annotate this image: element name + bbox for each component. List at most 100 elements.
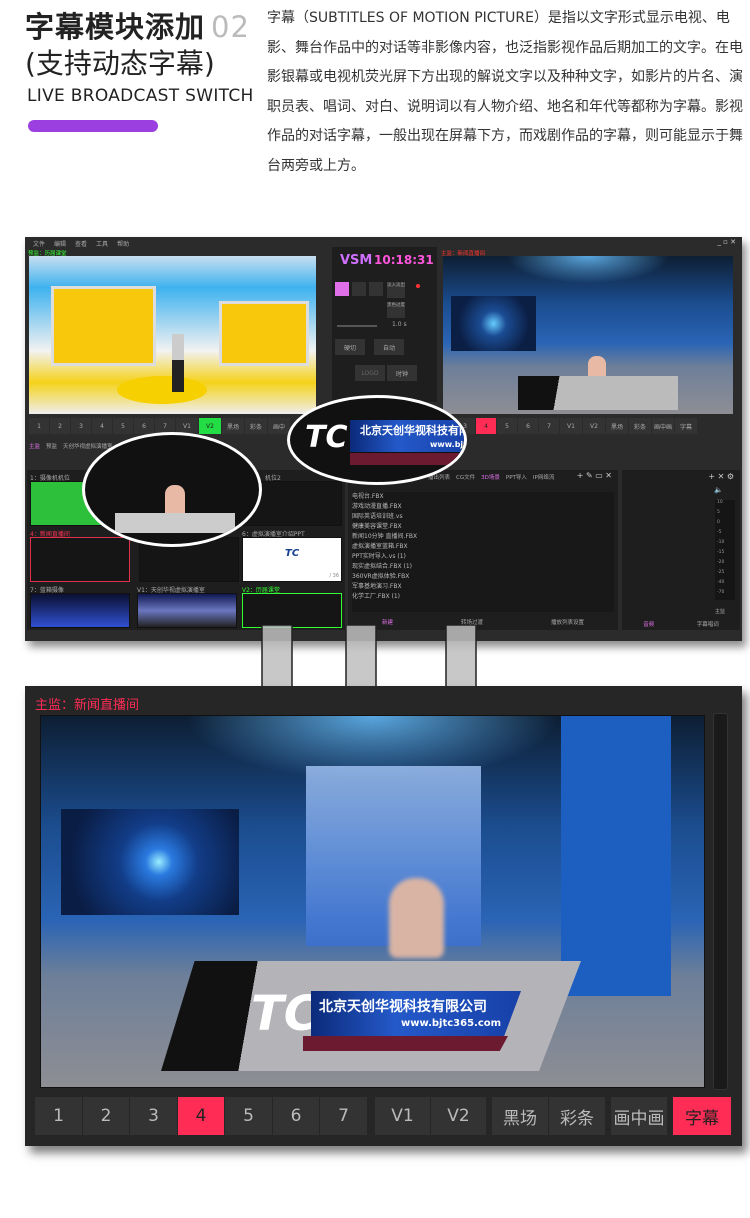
file-item[interactable]: PPT实时导入.vs (1) — [352, 552, 614, 562]
duration-slider[interactable] — [337, 325, 377, 327]
file-item[interactable]: 现实虚拟结合.FBX (1) — [352, 562, 614, 572]
tab-ip-stream[interactable]: IP网络流 — [533, 473, 554, 481]
source-thumb-7[interactable] — [30, 593, 130, 628]
playlist-settings-button[interactable]: 播放列表设置 — [551, 618, 584, 626]
auto-button[interactable]: 自动 — [374, 339, 404, 355]
file-item[interactable]: 国际英语培训班.vs — [352, 512, 614, 522]
preview-button-5[interactable]: 5 — [113, 418, 133, 434]
audio-scale-tick: -5 — [717, 530, 722, 535]
tab-audio[interactable]: 音频 — [643, 620, 654, 628]
source-thumb-v1[interactable] — [137, 593, 237, 628]
program-button-row: 3 4 5 6 7 V1 V2 黑场 彩条 画中画 字幕 — [455, 418, 697, 434]
file-item[interactable]: 游戏动漫直播.FBX — [352, 502, 614, 512]
switch-button-3[interactable]: 3 — [130, 1097, 177, 1135]
menu-help[interactable]: 帮助 — [117, 241, 129, 248]
switch-button-5[interactable]: 5 — [225, 1097, 272, 1135]
file-item[interactable]: 360VR虚拟体验.FBX — [352, 572, 614, 582]
switch-button-4[interactable]: 4 — [178, 1097, 224, 1135]
preview-button-画中[interactable]: 画中 — [268, 418, 290, 434]
switch-button-1[interactable]: 1 — [35, 1097, 82, 1135]
program-button-字幕[interactable]: 字幕 — [675, 418, 697, 434]
program-button-画中画[interactable]: 画中画 — [652, 418, 674, 434]
news-desk — [115, 513, 235, 533]
audio-channel-label: 主监 — [715, 609, 726, 615]
audio-scale-tick: -70 — [717, 590, 725, 595]
tab-subtitles[interactable]: 字幕唱词 — [697, 620, 719, 628]
list-actions[interactable]: + ✎ ▭ ✕ — [577, 471, 612, 480]
audio-scale-tick: 0 — [717, 520, 720, 525]
company-name: 北京天创华视科技有限公司 — [319, 999, 487, 1015]
file-item[interactable]: 健康美容课堂.FBX — [352, 522, 614, 532]
menu-file[interactable]: 文件 — [33, 241, 45, 248]
preview-button-4[interactable]: 4 — [92, 418, 112, 434]
news-screen — [451, 296, 536, 351]
tab-3d-scene[interactable]: 3D场景 — [481, 473, 500, 481]
switch-button-黑场[interactable]: 黑场 — [492, 1097, 548, 1135]
preview-button-2[interactable]: 2 — [50, 418, 70, 434]
anchor — [165, 485, 185, 515]
title-text: 字幕模块添加 — [25, 10, 206, 44]
file-item[interactable]: 虚拟演播室蓝箱.FBX — [352, 542, 614, 552]
clock-button[interactable]: 时钟 — [387, 365, 417, 381]
program-button-6[interactable]: 6 — [518, 418, 538, 434]
file-list: 电视台.FBX 游戏动漫直播.FBX 国际英语培训班.vs 健康美容课堂.FBX 新闻1… — [352, 492, 614, 612]
audio-footer: 音频 字幕唱词 — [622, 620, 740, 628]
menu-edit[interactable]: 编辑 — [54, 241, 66, 248]
record-indicator — [416, 284, 420, 288]
switch-button-彩条[interactable]: 彩条 — [549, 1097, 605, 1135]
switch-button-7[interactable]: 7 — [320, 1097, 367, 1135]
file-item[interactable]: 军事基地演习.FBX — [352, 582, 614, 592]
monitor-label: 主监：新闻直播间 — [35, 698, 140, 713]
scrollbar[interactable] — [713, 713, 728, 1090]
preview-button-V2[interactable]: V2 — [199, 418, 221, 434]
speaker-icon: 🔈 — [714, 486, 723, 494]
file-item[interactable]: 电视台.FBX — [352, 492, 614, 502]
program-button-黑场[interactable]: 黑场 — [606, 418, 628, 434]
preview-monitor — [29, 256, 316, 414]
program-button-彩条[interactable]: 彩条 — [629, 418, 651, 434]
audio-actions[interactable]: + ✕ ⚙ — [708, 472, 734, 481]
tab-cg[interactable]: CG文件 — [456, 473, 475, 481]
audio-meter[interactable]: 10 5 0 -5 -10 -15 -20 -25 -40 -70 — [715, 500, 735, 600]
switch-button-画中画[interactable]: 画中画 — [611, 1097, 667, 1135]
file-item[interactable]: 化学工厂.FBX (1) — [352, 592, 614, 602]
menu-view[interactable]: 查看 — [75, 241, 87, 248]
switch-button-V2[interactable]: V2 — [431, 1097, 486, 1135]
preview-button-6[interactable]: 6 — [134, 418, 154, 434]
transition-wipe-active[interactable] — [335, 282, 349, 296]
audio-scale-tick: -15 — [717, 550, 725, 555]
window-controls[interactable]: _ ▫ ✕ — [717, 238, 736, 246]
transition-diagonal[interactable] — [369, 282, 383, 296]
presenter — [172, 334, 184, 392]
file-item[interactable]: 新闻10分钟 直播间.FBX — [352, 532, 614, 542]
preview-button-1[interactable]: 1 — [29, 418, 49, 434]
source-thumb-v2[interactable] — [242, 593, 342, 628]
source-thumb-6[interactable]: TC / 36 — [242, 537, 342, 582]
logo-button[interactable]: LOGO — [355, 365, 385, 381]
transition-wipe[interactable] — [352, 282, 366, 296]
switch-button-V1[interactable]: V1 — [375, 1097, 430, 1135]
tab-scene[interactable]: 天创华视虚拟演播室 — [63, 442, 113, 450]
program-button-V2[interactable]: V2 — [583, 418, 605, 434]
program-button-5[interactable]: 5 — [497, 418, 517, 434]
tab-ppt[interactable]: PPT导入 — [506, 473, 527, 481]
menu-tools[interactable]: 工具 — [96, 241, 108, 248]
preview-button-3[interactable]: 3 — [71, 418, 91, 434]
program-button-4[interactable]: 4 — [476, 418, 496, 434]
black-transition-button[interactable]: 黑色过度 — [387, 302, 405, 318]
switch-button-字幕[interactable]: 字幕 — [673, 1097, 731, 1135]
preview-button-彩条[interactable]: 彩条 — [245, 418, 267, 434]
source-thumb-4[interactable] — [30, 537, 130, 582]
tab-preview[interactable]: 预监 — [46, 442, 57, 450]
program-button-V1[interactable]: V1 — [560, 418, 582, 434]
switch-button-2[interactable]: 2 — [83, 1097, 129, 1135]
switch-button-6[interactable]: 6 — [273, 1097, 319, 1135]
tc-logo: TC — [251, 986, 319, 1042]
preview-button-黑场[interactable]: 黑场 — [222, 418, 244, 434]
tab-program[interactable]: 主监 — [29, 442, 40, 450]
audio-scale-tick: -10 — [717, 540, 725, 545]
program-button-7[interactable]: 7 — [539, 418, 559, 434]
software-window: 文件 编辑 查看 工具 帮助 _ ▫ ✕ 预监：历届课堂 VSM 10:18:31 淡入… — [25, 237, 742, 641]
cut-button[interactable]: 硬切 — [335, 339, 365, 355]
fade-button[interactable]: 淡入淡出 — [387, 282, 405, 298]
